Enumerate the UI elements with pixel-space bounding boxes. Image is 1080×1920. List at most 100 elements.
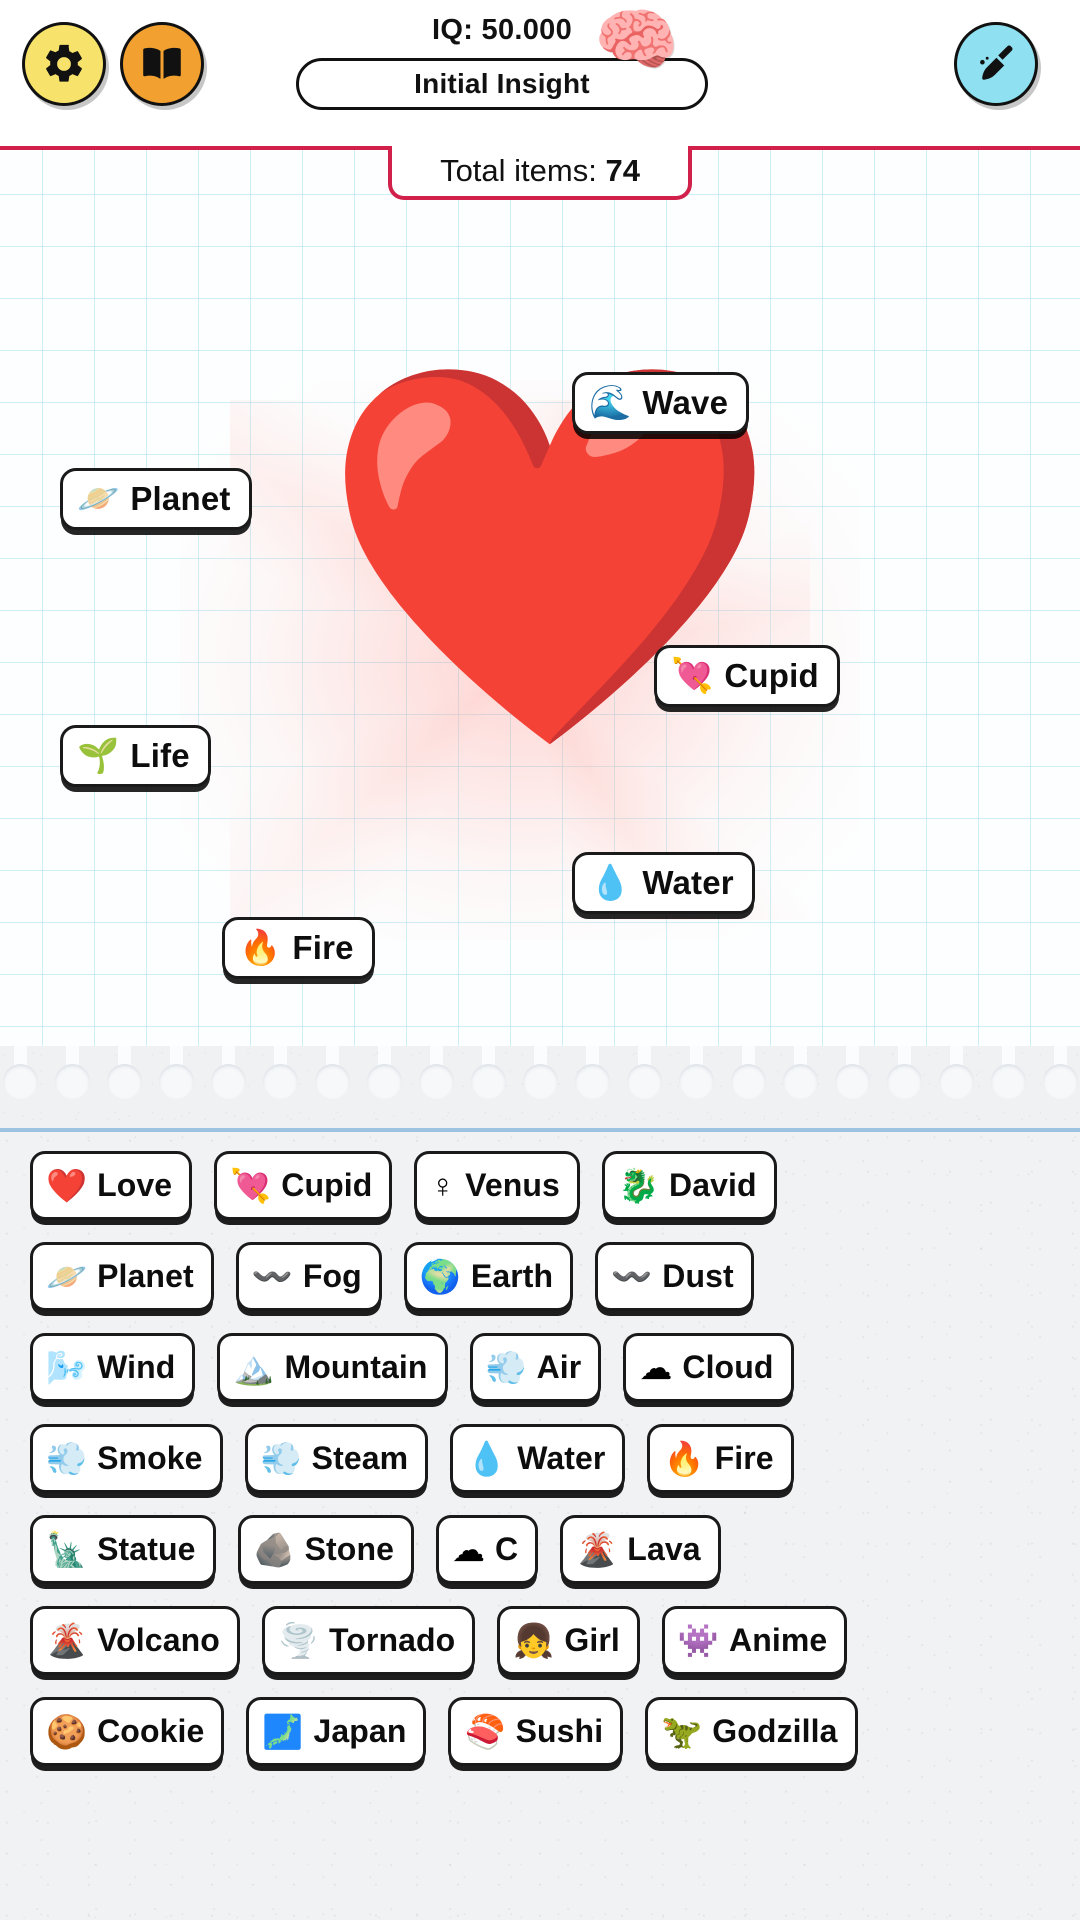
item-label: Venus — [465, 1167, 560, 1203]
item-emoji-icon: 🗽 — [46, 1531, 88, 1568]
tray-item[interactable]: 〰️ Fog — [235, 1242, 382, 1311]
perforation-hole — [419, 1046, 454, 1099]
total-items-badge: Total items: 74 — [388, 146, 692, 200]
iq-tier-label: Initial Insight — [414, 68, 590, 99]
item-label: Smoke — [97, 1440, 203, 1476]
item-label: Fog — [302, 1258, 362, 1294]
settings-button[interactable] — [22, 22, 106, 106]
item-emoji-icon: 💘 — [230, 1167, 272, 1204]
clear-canvas-button[interactable] — [954, 22, 1038, 106]
tray-item[interactable]: 🌍 Earth — [403, 1242, 574, 1311]
item-label: Fire — [714, 1440, 774, 1476]
tray-item[interactable]: 💧 Water — [450, 1424, 626, 1493]
workspace-canvas[interactable]: ❤️ 🌊 Wave 🪐 Planet 💘 Cupid 🌱 Life 💧 Water 🔥 Fire — [0, 150, 1080, 1060]
tray-item[interactable]: 🏔️ Mountain — [217, 1333, 448, 1402]
tray-item[interactable]: 〰️ Dust — [595, 1242, 754, 1311]
item-label: Tornado — [328, 1622, 456, 1658]
item-label: Cookie — [97, 1713, 205, 1749]
item-emoji-icon: 🔥 — [663, 1440, 705, 1477]
tray-item[interactable]: 🪨 Stone — [237, 1515, 414, 1584]
book-icon — [139, 41, 185, 87]
tray-item[interactable]: 👾 Anime — [661, 1606, 848, 1675]
encyclopedia-button[interactable] — [120, 22, 204, 106]
item-emoji-icon: 〰️ — [251, 1258, 293, 1295]
tray-row: 🍪 Cookie 🗾 Japan 🍣 Sushi 🦖 Godzilla — [0, 1694, 1080, 1769]
perforation-hole — [367, 1046, 402, 1099]
perforation-hole — [211, 1046, 246, 1099]
brain-icon: 🧠 — [594, 2, 679, 78]
item-emoji-icon: 🪨 — [253, 1531, 295, 1568]
tray-item[interactable]: 👧 Girl — [497, 1606, 640, 1675]
tray-item[interactable]: 💨 Air — [469, 1333, 602, 1402]
tray-item[interactable]: ☁ Cloud — [623, 1333, 794, 1402]
tray-item[interactable]: 🦖 Godzilla — [645, 1697, 858, 1766]
gear-icon — [41, 41, 87, 87]
tray-item[interactable]: ☁ C — [435, 1515, 539, 1584]
canvas-item[interactable]: 💘 Cupid — [654, 645, 840, 707]
item-emoji-icon: 🏔️ — [233, 1349, 275, 1386]
perforation-hole — [107, 1046, 142, 1099]
tray-item[interactable]: 🌬️ Wind — [30, 1333, 196, 1402]
tray-item[interactable]: 🪐 Planet — [30, 1242, 214, 1311]
tray-item[interactable]: 🌪️ Tornado — [261, 1606, 476, 1675]
item-emoji-icon: ♀ — [430, 1167, 456, 1204]
item-label: Planet — [130, 480, 231, 517]
total-items-prefix: Total items: — [440, 153, 606, 188]
perforation-hole — [523, 1046, 558, 1099]
perforation-hole — [679, 1046, 714, 1099]
tray-item[interactable]: 🌋 Lava — [560, 1515, 721, 1584]
tray-item[interactable]: ❤️ Love — [30, 1151, 193, 1220]
item-emoji-icon: ❤️ — [46, 1167, 88, 1204]
perforation-hole — [991, 1046, 1026, 1099]
tray-item[interactable]: 🗽 Statue — [30, 1515, 216, 1584]
tray-top-line — [0, 1128, 1080, 1132]
top-bar: IQ: 50.000 Initial Insight 🧠 — [0, 0, 1080, 146]
item-label: Planet — [97, 1258, 194, 1294]
canvas-item[interactable]: 🔥 Fire — [222, 917, 375, 979]
tray-item[interactable]: 🌋 Volcano — [30, 1606, 240, 1675]
tray-item[interactable]: 🔥 Fire — [647, 1424, 794, 1493]
tray-item[interactable]: 💨 Steam — [244, 1424, 429, 1493]
canvas-item[interactable]: 🌱 Life — [60, 725, 211, 787]
item-emoji-icon: 💨 — [46, 1440, 88, 1477]
item-label: Cupid — [724, 657, 819, 694]
item-label: Life — [130, 737, 190, 774]
item-label: Love — [97, 1167, 173, 1203]
perforation-hole — [731, 1046, 766, 1099]
item-emoji-icon: 🌍 — [419, 1258, 461, 1295]
canvas-item[interactable]: 🪐 Planet — [60, 468, 252, 530]
item-emoji-icon: ☁ — [639, 1349, 673, 1386]
game-screen: IQ: 50.000 Initial Insight 🧠 ❤️ 🌊 Wave 🪐 Pl… — [0, 0, 1080, 1920]
tray-item[interactable]: 💘 Cupid — [214, 1151, 393, 1220]
canvas-item[interactable]: 🌊 Wave — [572, 372, 750, 434]
tray-item[interactable]: 🗾 Japan — [246, 1697, 427, 1766]
item-emoji-icon: 〰️ — [611, 1258, 653, 1295]
item-label: Japan — [313, 1713, 407, 1749]
tray-row: 🌋 Volcano 🌪️ Tornado 👧 Girl 👾 Anime — [0, 1603, 1080, 1678]
perforation-hole — [1043, 1046, 1078, 1099]
canvas-item[interactable]: 💧 Water — [572, 852, 755, 914]
item-tray[interactable]: ❤️ Love 💘 Cupid ♀ Venus 🐉 David 🪐 Planet 〰️ Fog 🌍 Ear… — [0, 1132, 1080, 1920]
tray-row: ❤️ Love 💘 Cupid ♀ Venus 🐉 David — [0, 1148, 1080, 1223]
tray-row: 🌬️ Wind 🏔️ Mountain 💨 Air ☁ Cloud — [0, 1330, 1080, 1405]
item-label: Wind — [97, 1349, 176, 1385]
perforated-divider — [0, 1046, 1080, 1132]
item-label: David — [669, 1167, 757, 1203]
tray-item[interactable]: 🍪 Cookie — [30, 1697, 225, 1766]
item-label: Earth — [470, 1258, 554, 1294]
tray-item[interactable]: ♀ Venus — [414, 1151, 580, 1220]
tray-item[interactable]: 🐉 David — [601, 1151, 777, 1220]
tray-item[interactable]: 💨 Smoke — [30, 1424, 223, 1493]
item-emoji-icon: 🌋 — [46, 1622, 88, 1659]
item-emoji-icon: 🌪️ — [277, 1622, 319, 1659]
perforation-hole — [471, 1046, 506, 1099]
item-label: Statue — [97, 1531, 196, 1567]
tray-item[interactable]: 🍣 Sushi — [448, 1697, 624, 1766]
item-emoji-icon: 💧 — [589, 864, 632, 902]
item-emoji-icon: 💘 — [671, 657, 714, 695]
perforation-hole — [835, 1046, 870, 1099]
item-emoji-icon: 🌊 — [589, 384, 632, 422]
iq-meter: IQ: 50.000 Initial Insight 🧠 — [296, 6, 708, 118]
item-label: Sushi — [515, 1713, 604, 1749]
item-emoji-icon: 🗾 — [262, 1713, 304, 1750]
